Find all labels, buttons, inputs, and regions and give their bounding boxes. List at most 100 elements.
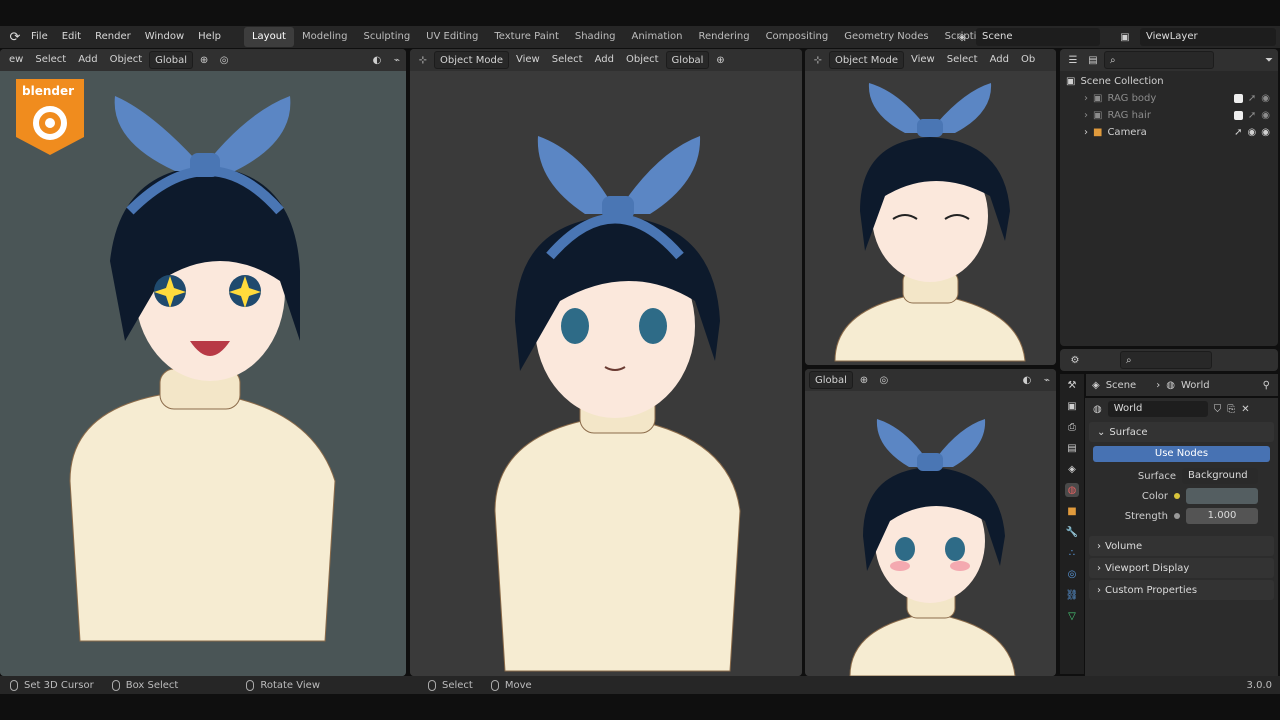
view-menu[interactable]: View: [906, 51, 940, 69]
render-tab-icon[interactable]: ▣: [1065, 399, 1079, 413]
breadcrumb-world[interactable]: World: [1181, 380, 1210, 391]
add-menu[interactable]: Add: [73, 51, 102, 69]
viewport-top-right-canvas[interactable]: [805, 71, 1056, 365]
editor-type-icon[interactable]: ⚙: [1066, 351, 1084, 369]
viewport-center-canvas[interactable]: [410, 71, 802, 676]
transform-orientation-dropdown[interactable]: Global: [149, 51, 194, 69]
mode-dropdown[interactable]: Object Mode: [829, 51, 904, 69]
menu-render[interactable]: Render: [88, 26, 138, 48]
outliner-item-rag-hair[interactable]: › ▣ RAG hair ➚ ◉: [1060, 107, 1278, 124]
blender-logo-icon[interactable]: ⟳: [6, 28, 24, 46]
viewport-left[interactable]: ew Select Add Object Global ⊕ ◎ ◐ ⌁ blen…: [0, 49, 406, 676]
filter-icon[interactable]: ⏷: [1260, 51, 1278, 69]
viewport-left-canvas[interactable]: blender: [0, 71, 406, 676]
view-layer-icon[interactable]: ▣: [1116, 28, 1134, 46]
scene-tab-icon[interactable]: ◈: [1065, 462, 1079, 476]
editor-type-icon[interactable]: ⊹: [414, 51, 432, 69]
constraints-tab-icon[interactable]: ⛓: [1065, 588, 1079, 602]
view-layer-tab-icon[interactable]: ▤: [1065, 441, 1079, 455]
select-arrow-icon[interactable]: ➚: [1248, 93, 1256, 104]
include-checkbox[interactable]: [1233, 111, 1243, 120]
outliner-root[interactable]: ▣ Scene Collection: [1060, 73, 1278, 90]
properties-search-input[interactable]: ⌕: [1120, 351, 1212, 369]
pin-icon[interactable]: ⚲: [1263, 380, 1270, 391]
view-menu[interactable]: ew: [4, 51, 28, 69]
transform-orientation-dropdown[interactable]: Global: [809, 371, 853, 389]
add-menu[interactable]: Add: [985, 51, 1014, 69]
snap-icon[interactable]: ⊕: [855, 371, 873, 389]
expand-arrow-icon[interactable]: ›: [1084, 127, 1088, 138]
tab-rendering[interactable]: Rendering: [690, 27, 757, 47]
eye-icon[interactable]: ◉: [1248, 127, 1257, 138]
overlay-icon[interactable]: ◐: [1018, 371, 1036, 389]
transform-orientation-dropdown[interactable]: Global: [665, 51, 710, 69]
mode-dropdown[interactable]: Object Mode: [434, 51, 509, 69]
tab-animation[interactable]: Animation: [624, 27, 691, 47]
color-swatch[interactable]: [1186, 488, 1258, 504]
scene-icon[interactable]: ◈: [953, 28, 971, 46]
strength-field[interactable]: 1.000: [1186, 508, 1258, 524]
particles-tab-icon[interactable]: ∴: [1065, 546, 1079, 560]
viewport-top-right[interactable]: ⊹ Object Mode View Select Add Ob: [805, 49, 1056, 365]
tab-sculpting[interactable]: Sculpting: [355, 27, 418, 47]
proportional-edit-icon[interactable]: ◎: [875, 371, 893, 389]
tab-modeling[interactable]: Modeling: [294, 27, 356, 47]
object-menu[interactable]: Object: [105, 51, 148, 69]
select-menu[interactable]: Select: [942, 51, 983, 69]
modifier-tab-icon[interactable]: 🔧: [1065, 525, 1079, 539]
volume-section[interactable]: › Volume: [1089, 536, 1274, 556]
menu-window[interactable]: Window: [138, 26, 191, 48]
tab-uv-editing[interactable]: UV Editing: [418, 27, 486, 47]
menu-edit[interactable]: Edit: [55, 26, 88, 48]
tab-texture-paint[interactable]: Texture Paint: [486, 27, 567, 47]
tab-geometry-nodes[interactable]: Geometry Nodes: [836, 27, 936, 47]
fake-user-icon[interactable]: ⛉: [1214, 404, 1222, 415]
data-tab-icon[interactable]: ▽: [1065, 609, 1079, 623]
surface-shader-dropdown[interactable]: Background: [1182, 468, 1258, 484]
scene-field[interactable]: Scene: [976, 28, 1100, 46]
new-world-icon[interactable]: ⎘: [1227, 404, 1235, 415]
tab-layout[interactable]: Layout: [243, 27, 294, 47]
viewport-bottom-right[interactable]: Global ⊕ ◎ ◐ ⌁: [805, 369, 1056, 676]
xray-icon[interactable]: ⌁: [1038, 371, 1056, 389]
view-menu[interactable]: View: [511, 51, 545, 69]
expand-arrow-icon[interactable]: ›: [1084, 93, 1088, 104]
include-checkbox[interactable]: [1233, 94, 1243, 103]
select-arrow-icon[interactable]: ➚: [1248, 110, 1256, 121]
tab-shading[interactable]: Shading: [567, 27, 624, 47]
tool-tab-icon[interactable]: ⚒: [1065, 378, 1079, 392]
breadcrumb-scene[interactable]: Scene: [1106, 380, 1137, 391]
color-socket-icon[interactable]: [1174, 493, 1180, 499]
snap-icon[interactable]: ⊕: [711, 51, 729, 69]
snap-icon[interactable]: ⊕: [195, 51, 213, 69]
surface-section[interactable]: ⌄ Surface: [1089, 422, 1274, 442]
viewport-display-section[interactable]: › Viewport Display: [1089, 558, 1274, 578]
outliner-search-input[interactable]: ⌕: [1104, 51, 1214, 69]
display-mode-icon[interactable]: ▤: [1084, 51, 1102, 69]
expand-arrow-icon[interactable]: ›: [1084, 110, 1088, 121]
physics-tab-icon[interactable]: ◎: [1065, 567, 1079, 581]
add-menu[interactable]: Add: [590, 51, 619, 69]
object-menu[interactable]: Ob: [1016, 51, 1040, 69]
menu-help[interactable]: Help: [191, 26, 228, 48]
editor-type-icon[interactable]: ⊹: [809, 51, 827, 69]
tab-compositing[interactable]: Compositing: [758, 27, 837, 47]
view-layer-field[interactable]: ViewLayer: [1140, 28, 1276, 46]
select-arrow-icon[interactable]: ➚: [1234, 127, 1242, 138]
unlink-icon[interactable]: ✕: [1241, 404, 1249, 415]
output-tab-icon[interactable]: ⎙: [1065, 420, 1079, 434]
world-tab-icon[interactable]: ◍: [1065, 483, 1079, 497]
proportional-edit-icon[interactable]: ◎: [215, 51, 233, 69]
custom-properties-section[interactable]: › Custom Properties: [1089, 580, 1274, 600]
editor-type-icon[interactable]: ☰: [1064, 51, 1082, 69]
xray-icon[interactable]: ⌁: [388, 51, 406, 69]
select-menu[interactable]: Select: [547, 51, 588, 69]
world-icon[interactable]: ◍: [1093, 404, 1102, 415]
select-menu[interactable]: Select: [30, 51, 71, 69]
camera-icon[interactable]: ◉: [1261, 127, 1270, 138]
outliner-item-camera[interactable]: › ■ Camera ➚ ◉ ◉: [1060, 124, 1278, 141]
camera-icon[interactable]: ◉: [1261, 110, 1270, 121]
viewport-center[interactable]: ⊹ Object Mode View Select Add Object Glo…: [410, 49, 802, 676]
viewport-bottom-right-canvas[interactable]: [805, 391, 1056, 676]
strength-socket-icon[interactable]: [1174, 513, 1180, 519]
